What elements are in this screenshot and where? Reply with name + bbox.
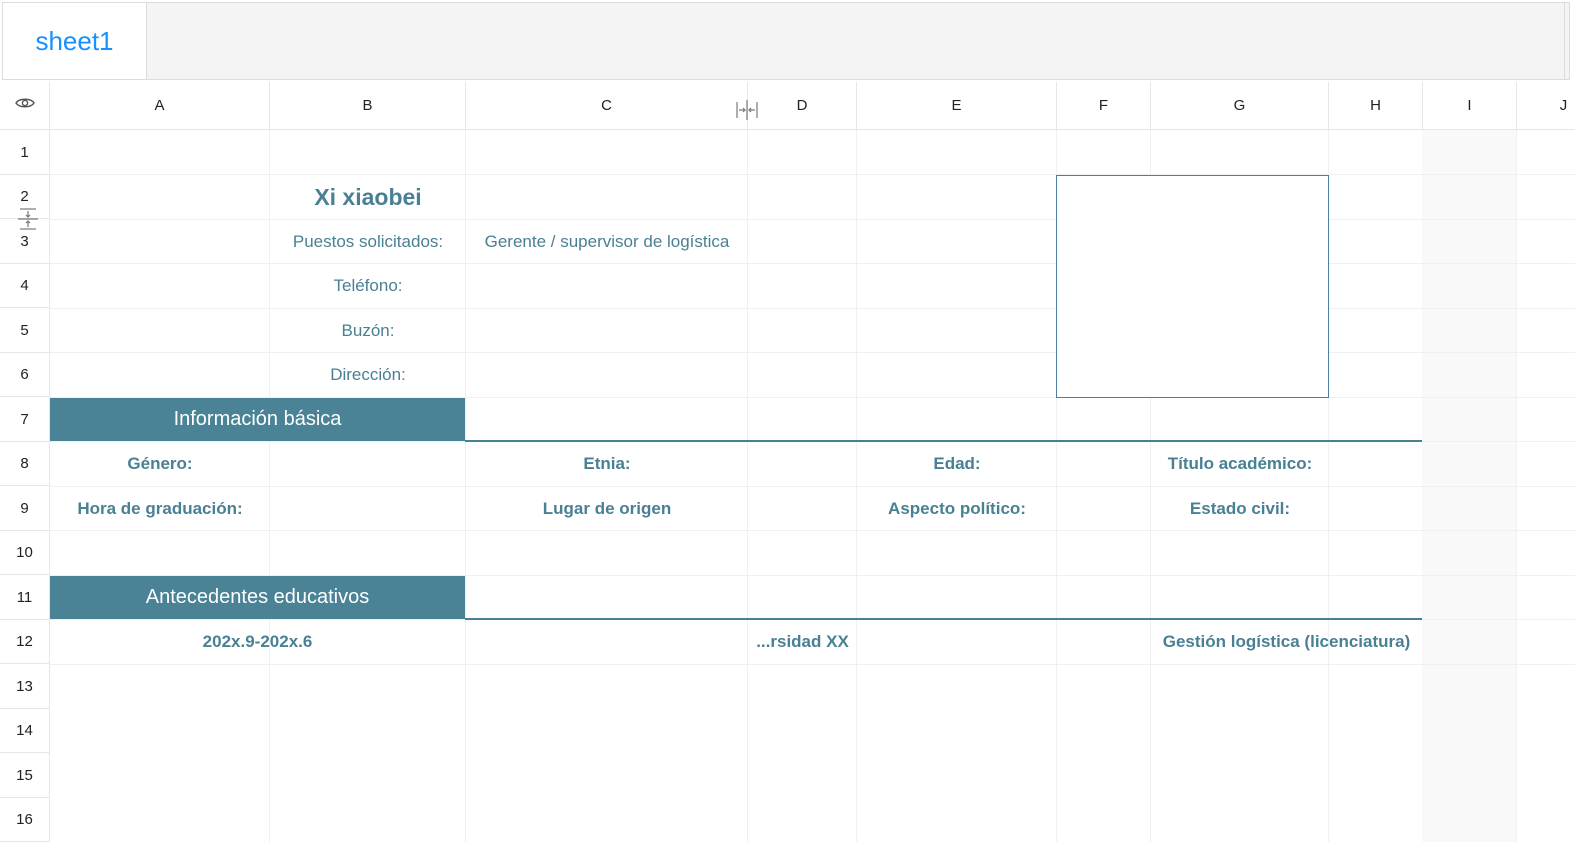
- resume-name[interactable]: Xi xiaobei: [270, 175, 466, 219]
- political-label[interactable]: Aspecto político:: [857, 486, 1057, 531]
- age-label[interactable]: Edad:: [857, 442, 1057, 486]
- row-header-9[interactable]: 9: [0, 486, 50, 531]
- column-header-j[interactable]: J: [1517, 82, 1575, 130]
- row-header-5[interactable]: 5: [0, 308, 50, 353]
- row-header-15[interactable]: 15: [0, 753, 50, 798]
- column-header-d[interactable]: D: [748, 82, 857, 130]
- column-header-c[interactable]: C: [466, 82, 748, 130]
- gridline: [1516, 130, 1517, 842]
- row-header-4[interactable]: 4: [0, 264, 50, 308]
- gridline: [50, 486, 1575, 487]
- education-major[interactable]: Gestión logística (licenciatura): [1151, 620, 1422, 664]
- gridline: [50, 530, 1575, 531]
- row-header-13[interactable]: 13: [0, 664, 50, 709]
- degree-label[interactable]: Título académico:: [1151, 442, 1329, 486]
- column-header-i[interactable]: I: [1423, 82, 1517, 130]
- row-header-1[interactable]: 1: [0, 130, 50, 175]
- graduation-label[interactable]: Hora de graduación:: [50, 486, 270, 531]
- education-period[interactable]: 202x.9-202x.6: [50, 620, 465, 664]
- row-header-10[interactable]: 10: [0, 531, 50, 575]
- marital-label[interactable]: Estado civil:: [1151, 486, 1329, 531]
- tab-sheet1[interactable]: sheet1: [3, 3, 147, 79]
- phone-label[interactable]: Teléfono:: [270, 264, 466, 308]
- row-header-6[interactable]: 6: [0, 353, 50, 397]
- mailbox-label[interactable]: Buzón:: [270, 308, 466, 353]
- row-header-11[interactable]: 11: [0, 575, 50, 620]
- column-header-a[interactable]: A: [50, 82, 270, 130]
- select-all-corner[interactable]: [0, 82, 50, 130]
- basic-info-header[interactable]: Información básica: [50, 398, 465, 441]
- column-header-b[interactable]: B: [270, 82, 466, 130]
- education-university[interactable]: ...rsidad XX: [748, 620, 857, 664]
- row-header-14[interactable]: 14: [0, 709, 50, 753]
- column-header-g[interactable]: G: [1151, 82, 1329, 130]
- row-header-7[interactable]: 7: [0, 397, 50, 442]
- row-header-8[interactable]: 8: [0, 442, 50, 486]
- photo-placeholder[interactable]: [1056, 175, 1329, 398]
- row-header-16[interactable]: 16: [0, 798, 50, 842]
- row-header-12[interactable]: 12: [0, 620, 50, 664]
- column-header-f[interactable]: F: [1057, 82, 1151, 130]
- ethnicity-label[interactable]: Etnia:: [466, 442, 748, 486]
- address-label[interactable]: Dirección:: [270, 353, 466, 397]
- column-resize-handle-icon[interactable]: [736, 100, 758, 125]
- position-label[interactable]: Puestos solicitados:: [270, 219, 466, 264]
- gridline: [50, 664, 1575, 665]
- column-header-h[interactable]: H: [1329, 82, 1423, 130]
- origin-label[interactable]: Lugar de origen: [466, 486, 748, 531]
- position-value[interactable]: Gerente / supervisor de logística: [466, 219, 748, 264]
- education-header[interactable]: Antecedentes educativos: [50, 576, 465, 619]
- eye-icon[interactable]: [14, 96, 35, 115]
- row-resize-handle-icon[interactable]: [18, 208, 38, 235]
- gender-label[interactable]: Género:: [50, 442, 270, 486]
- column-header-e[interactable]: E: [857, 82, 1057, 130]
- spreadsheet-grid[interactable]: A B C D E F G H I J 1 2 3 4 5 6 7 8 9 10…: [0, 82, 1575, 842]
- tab-bar-divider: [1564, 3, 1565, 79]
- sheet-tab-bar: sheet1: [2, 2, 1570, 80]
